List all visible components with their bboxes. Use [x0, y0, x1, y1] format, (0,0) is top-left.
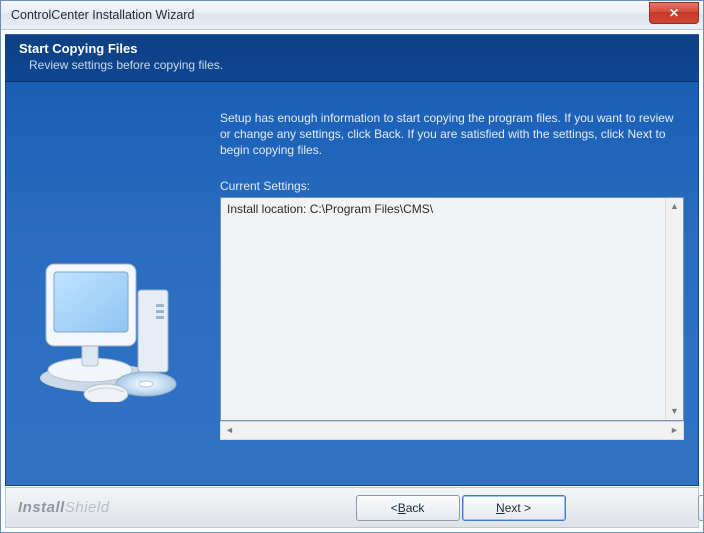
window-title: ControlCenter Installation Wizard: [1, 8, 194, 22]
current-settings-text: Install location: C:\Program Files\CMS\: [227, 202, 665, 216]
close-button[interactable]: ✕: [649, 2, 699, 24]
scroll-left-icon[interactable]: ◄: [221, 422, 238, 439]
brand-part2: Shield: [65, 499, 110, 516]
horizontal-scrollbar[interactable]: ◄ ►: [220, 421, 684, 440]
back-rest: ack: [406, 501, 425, 515]
installer-window: ControlCenter Installation Wizard ✕ Star…: [0, 0, 704, 533]
footer-bar: InstallShield < Back Next > Cancel: [5, 487, 699, 528]
current-settings-label: Current Settings:: [220, 179, 684, 193]
scroll-up-icon[interactable]: ▲: [666, 198, 683, 215]
next-rest: ext >: [505, 501, 531, 515]
next-hotkey: N: [496, 501, 505, 515]
back-hotkey: B: [398, 501, 406, 515]
installshield-brand: InstallShield: [6, 499, 110, 516]
vertical-scrollbar[interactable]: ▲ ▼: [665, 198, 683, 420]
current-settings-box: Install location: C:\Program Files\CMS\ …: [220, 197, 684, 421]
cancel-button[interactable]: Cancel: [698, 495, 704, 521]
sidebar-graphic-area: [6, 82, 220, 485]
main-panel: Setup has enough information to start co…: [5, 82, 699, 486]
scroll-right-icon[interactable]: ►: [666, 422, 683, 439]
back-prefix: <: [391, 501, 398, 515]
instruction-text: Setup has enough information to start co…: [220, 110, 684, 159]
scroll-down-icon[interactable]: ▼: [666, 403, 683, 420]
step-header: Start Copying Files Review settings befo…: [5, 34, 699, 82]
back-button[interactable]: < Back: [356, 495, 460, 521]
computer-clipart-icon: [28, 212, 198, 402]
content-area: Setup has enough information to start co…: [220, 110, 684, 469]
title-bar: ControlCenter Installation Wizard ✕: [1, 1, 703, 30]
step-title: Start Copying Files: [19, 41, 685, 56]
brand-part1: Install: [18, 499, 65, 516]
close-icon: ✕: [669, 7, 679, 19]
step-subtitle: Review settings before copying files.: [19, 58, 685, 72]
next-button[interactable]: Next >: [462, 495, 566, 521]
button-row: < Back Next > Cancel: [110, 495, 704, 521]
